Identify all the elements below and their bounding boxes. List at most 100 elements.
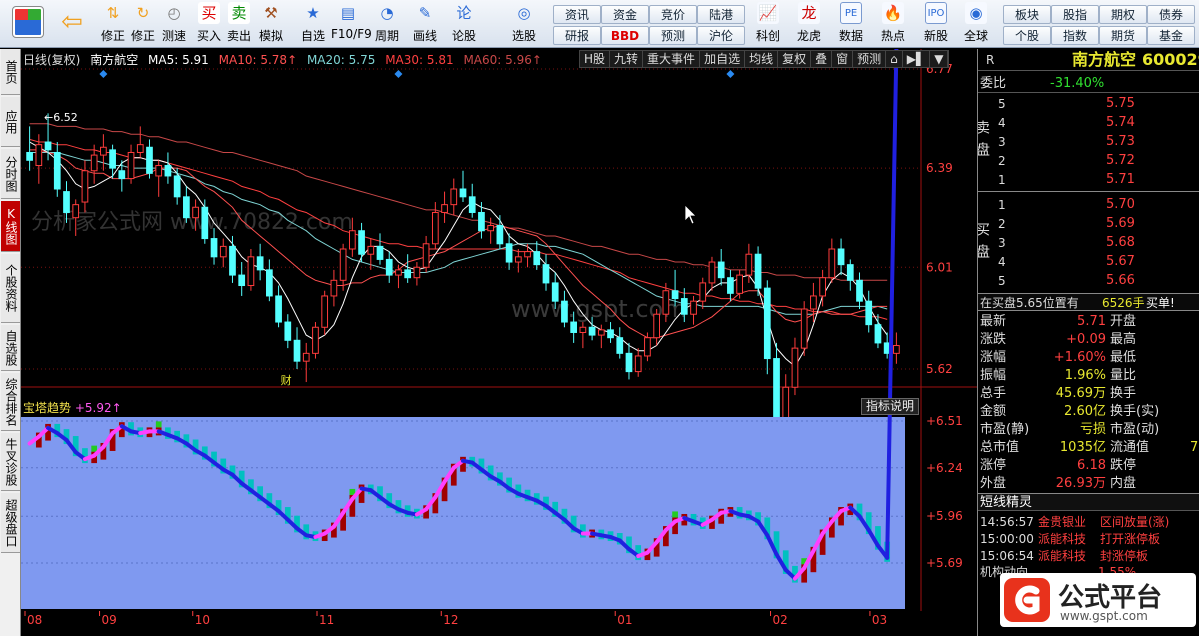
windows-logo-button[interactable] [8, 2, 48, 38]
chart-period-label: 日线(复权) [23, 53, 81, 67]
sidebar-tab-6[interactable]: 综合排名 [1, 373, 20, 431]
hammer-button[interactable]: ⚒ 模拟 [254, 2, 288, 44]
candle-body [773, 358, 780, 427]
dragon-button[interactable]: 龙龙虎 [790, 2, 828, 44]
hk-connect-button[interactable]: 陆港 [697, 5, 745, 24]
bonds-button[interactable]: 债券 [1147, 5, 1195, 24]
sh-london-button[interactable]: 沪伦 [697, 26, 745, 45]
candle-body [284, 321, 292, 341]
candle-body [118, 170, 126, 180]
k-line-chart-area[interactable]: 6.77 6.39 6.01 5.62 分析家公式网 www.70822.com www.… [21, 49, 977, 636]
chart-tool-3[interactable]: 加自选 [700, 51, 746, 67]
price-axis-label: 6.01 [926, 260, 953, 274]
chart-button[interactable]: 📈 科创 [749, 2, 787, 44]
spirit-time: 14:56:57 [980, 515, 1034, 529]
clock-button[interactable]: ◴ 测速 [157, 2, 191, 44]
forecast-button[interactable]: 预测 [649, 26, 697, 45]
globe-button[interactable]: ◉ 全球 [957, 2, 995, 44]
buy-label: 买入 [196, 29, 221, 43]
stat-value: 1035亿 [1059, 440, 1106, 455]
chart-tool-9[interactable]: ⌂ [886, 51, 903, 67]
futures-button[interactable]: 期货 [1099, 26, 1147, 45]
candle-body [229, 245, 236, 276]
fire-button[interactable]: 🔥 热点 [874, 2, 912, 44]
buy-level-row: 4 5.67 [978, 253, 1199, 271]
stock-index-button[interactable]: 股指 [1051, 5, 1099, 24]
spirit-item[interactable]: 15:00:00 派能科技 打开涨停板 [978, 530, 1199, 548]
spirit-item[interactable]: 14:56:57 金贵银业 区间放量(涨) [978, 513, 1199, 531]
auction-button[interactable]: 竞价 [649, 5, 697, 24]
candle-body [819, 277, 826, 297]
ipo-button[interactable]: IPO 新股 [917, 2, 955, 44]
sidebar-tab-0[interactable]: 首页 [1, 49, 20, 95]
candle-body [247, 256, 255, 287]
chart-tool-5[interactable]: 复权 [778, 51, 812, 67]
stat-label: 外盘 [980, 476, 1007, 491]
back-arrow-icon: ⇦ [61, 7, 83, 37]
up-down-button[interactable]: ⇅ 修正 [96, 2, 130, 44]
watermark-text: 分析家公式网 www.70822.com [31, 210, 353, 235]
quote-stat-row: 涨幅 +1.60% 最低 [978, 349, 1199, 367]
chart-tool-4[interactable]: 均线 [745, 51, 779, 67]
back-button[interactable]: ⇦ [55, 2, 89, 37]
sell-button[interactable]: 卖卖出 [222, 2, 256, 44]
dragon-label: 龙虎 [796, 29, 821, 43]
sidebar-tab-2[interactable]: 分时图 [1, 149, 20, 199]
period-button[interactable]: ◔ 周期 [370, 2, 404, 44]
quote-stat-row: 总手 45.69万 换手 [978, 385, 1199, 403]
chart-tool-0[interactable]: H股 [580, 51, 611, 67]
candle-body [100, 146, 107, 156]
indicator-help-button[interactable]: 指标说明 [861, 398, 919, 415]
chart-tool-11[interactable]: ▼ [930, 51, 949, 67]
pencil-button[interactable]: ✎ 画线 [408, 2, 442, 44]
chart-tool-6[interactable]: 叠 [811, 51, 833, 67]
chart-tool-8[interactable]: 预测 [853, 51, 887, 67]
info-button[interactable]: 资讯 [553, 5, 601, 24]
research-button[interactable]: 研报 [553, 26, 601, 45]
stat-value: 1.96% [1064, 368, 1106, 383]
candle-body [837, 248, 845, 266]
fund-list-button[interactable]: 基金 [1147, 26, 1195, 45]
sell-level-index: 1 [998, 173, 1006, 187]
candle-body [671, 290, 679, 300]
chart-tool-10[interactable]: ▶▌ [903, 51, 931, 67]
sector-button[interactable]: 板块 [1003, 5, 1051, 24]
quote-stat-row: 金额 2.60亿 换手(实) [978, 403, 1199, 421]
hammer-label: 模拟 [258, 29, 283, 43]
buy-level-row: 3 5.68 [978, 234, 1199, 252]
chart-tool-2[interactable]: 重大事件 [643, 51, 701, 67]
chart-tool-7[interactable]: 窗 [832, 51, 854, 67]
sell-level-index: 4 [998, 116, 1006, 130]
candle-body [708, 261, 716, 284]
buy-button[interactable]: 买买入 [192, 2, 226, 44]
sell-level-index: 5 [998, 97, 1006, 111]
sell-level-row: 3 5.73 [978, 133, 1199, 151]
candle-body [441, 204, 448, 213]
sell-label: 卖出 [226, 29, 251, 43]
sidebar-tab-8[interactable]: 超级盘口 [1, 493, 20, 553]
comment-button[interactable]: 论论股 [447, 2, 481, 44]
options-button[interactable]: 期权 [1099, 5, 1147, 24]
candle-body [312, 326, 319, 354]
candle-body [763, 287, 771, 360]
refresh-button[interactable]: ↻ 修正 [126, 2, 160, 44]
individual-stock-button[interactable]: 个股 [1003, 26, 1051, 45]
r-marker: R [986, 53, 995, 67]
sidebar-tab-3[interactable]: K线图 [1, 201, 20, 252]
select-stock-button[interactable]: ◎ 选股 [507, 2, 541, 44]
refresh-label: 修正 [130, 29, 155, 43]
f10-button[interactable]: ▤ F10/F9 [331, 2, 372, 41]
chart-tool-1[interactable]: 九转 [610, 51, 644, 67]
sidebar-tab-5[interactable]: 自选股 [1, 325, 20, 371]
sell-level-row: 1 5.71 [978, 171, 1199, 189]
sidebar-tab-7[interactable]: 牛叉诊股 [1, 433, 20, 491]
candle-body [800, 308, 808, 349]
star-button[interactable]: ★ 自选 [296, 2, 330, 44]
bbd-button[interactable]: BBD [601, 26, 649, 45]
index-button[interactable]: 指数 [1051, 26, 1099, 45]
sidebar-tab-1[interactable]: 应用 [1, 97, 20, 147]
pe-button[interactable]: PE 数据 [832, 2, 870, 44]
spirit-title: 短线精灵 [980, 495, 1033, 510]
sidebar-tab-4[interactable]: 个股资料 [1, 254, 20, 323]
fund-button[interactable]: 资金 [601, 5, 649, 24]
